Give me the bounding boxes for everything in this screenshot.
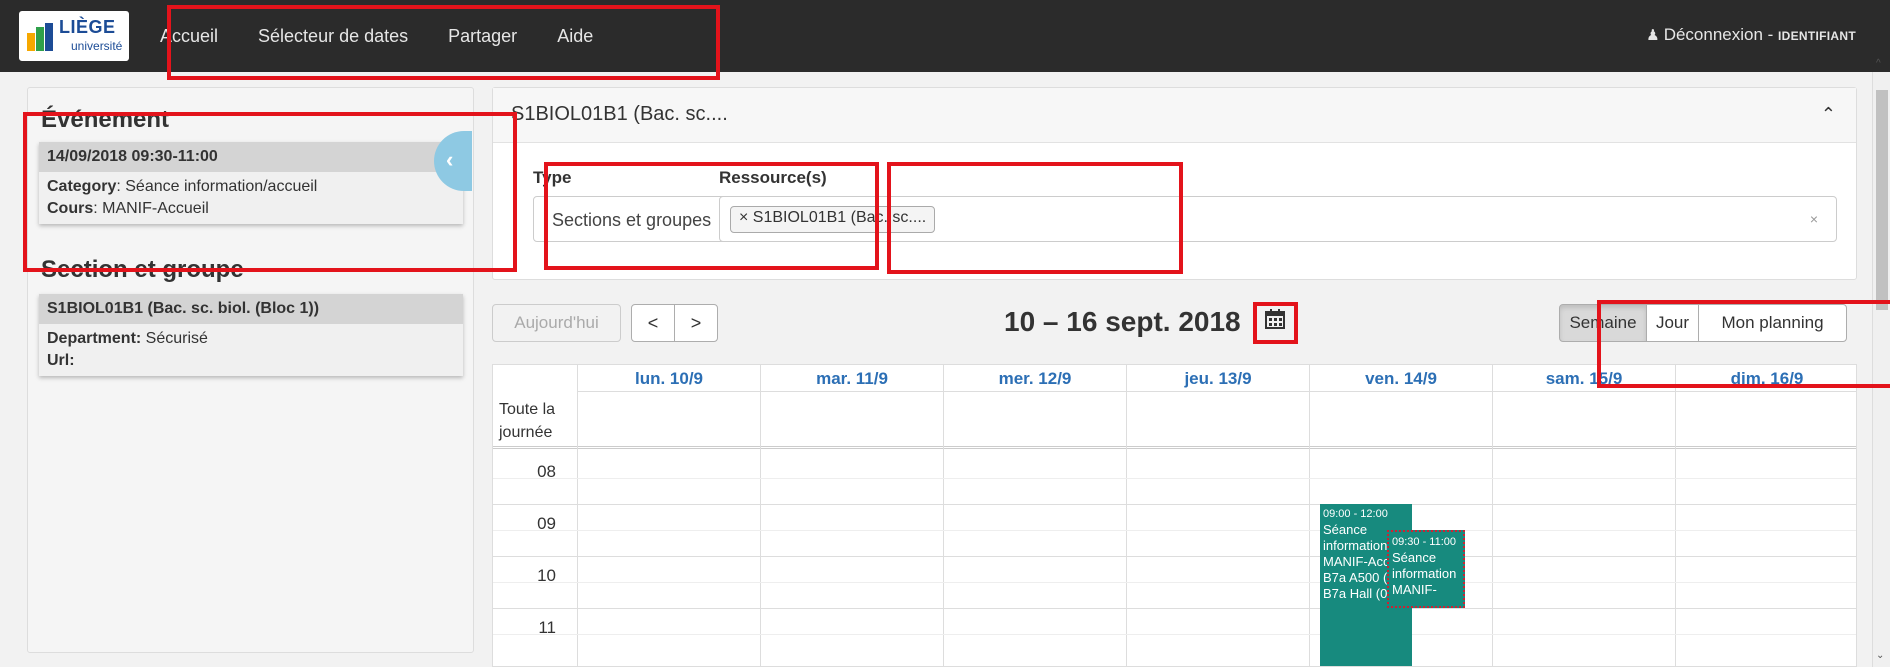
calendar-event-selected[interactable]: 09:30 - 11:00 Séance information MANIF- [1387,530,1465,608]
scrollbar-thumb[interactable] [1876,90,1888,310]
event-course: Cours: MANIF-Accueil [47,200,209,217]
user-icon: ♟ [1646,27,1660,44]
section-heading: Section et groupe [41,256,244,283]
day-header-fri[interactable]: ven. 14/9 [1309,365,1492,392]
resources-input[interactable]: × S1BIOL01B1 (Bac. sc.... × [719,196,1837,242]
section-department: Department: Sécurisé [47,330,208,347]
type-select-value: Sections et groupes [552,210,712,230]
day-header-thu[interactable]: jeu. 13/9 [1126,365,1309,392]
grid-line [493,634,1856,635]
chevron-left-icon: ‹ [446,147,454,172]
type-label: Type [533,168,572,187]
event-heading: Événement [41,106,170,133]
logout-label: Déconnexion - [1663,25,1779,44]
event-time: 09:00 - 12:00 [1323,508,1388,520]
hour-label-09: 09 [537,514,556,533]
logout-link[interactable]: ♟ Déconnexion - IDENTIFIANT [1646,25,1856,45]
grid-line [493,608,1856,609]
nav-item-help[interactable]: Aide [557,26,593,47]
details-sidebar: Événement 14/09/2018 09:30-11:00 Categor… [27,87,474,653]
hour-label-11: 11 [538,618,556,637]
resources-label: Ressource(s) [719,168,827,187]
view-week-button[interactable]: Semaine [1559,304,1647,342]
event-line: Séance [1392,550,1437,565]
day-header-mon[interactable]: lun. 10/9 [577,365,760,392]
chevron-up-icon[interactable]: ⌃ [1821,104,1836,125]
nav-item-date-selector[interactable]: Sélecteur de dates [258,26,408,47]
date-range-title: 10 – 16 sept. 2018 [1004,306,1241,337]
section-name: S1BIOL01B1 (Bac. sc. biol. (Bloc 1)) [39,294,463,324]
nav-item-share[interactable]: Partager [448,26,517,47]
section-card: S1BIOL01B1 (Bac. sc. biol. (Bloc 1)) Dep… [39,294,463,376]
filter-panel: S1BIOL01B1 (Bac. sc.... ⌃ Type Sections … [492,87,1857,280]
section-url: Url: [47,352,75,369]
scroll-down-icon[interactable]: ⌄ [1876,650,1884,661]
nav-item-accueil[interactable]: Accueil [160,26,218,47]
main-nav: Accueil Sélecteur de dates Partager Aide [160,0,633,72]
clear-resources-icon[interactable]: × [1810,211,1818,227]
week-calendar: lun. 10/9 mar. 11/9 mer. 12/9 jeu. 13/9 … [492,364,1857,667]
calendar-glyph-icon [1265,309,1285,329]
top-navbar: LIÈGE université Accueil Sélecteur de da… [0,0,1890,72]
filter-panel-title: S1BIOL01B1 (Bac. sc.... [511,103,728,125]
day-header-sun[interactable]: dim. 16/9 [1675,365,1856,392]
logo-mark-icon [27,23,53,51]
scroll-up-icon[interactable]: ^ [1876,58,1881,69]
event-card: 14/09/2018 09:30-11:00 Category: Séance … [39,142,463,224]
grid-line [493,556,1856,557]
next-week-button[interactable]: > [674,304,718,342]
event-line: MANIF- [1392,582,1437,597]
view-day-button[interactable]: Jour [1646,304,1699,342]
view-my-planning-button[interactable]: Mon planning [1698,304,1847,342]
prev-week-button[interactable]: < [631,304,675,342]
event-time: 09:30 - 11:00 [1392,536,1457,548]
event-datetime: 14/09/2018 09:30-11:00 [39,142,463,172]
page-scrollbar[interactable]: ^ ⌄ [1872,58,1890,667]
hour-label-08: 08 [537,462,556,481]
event-line: information [1392,566,1457,581]
day-header-sat[interactable]: sam. 15/9 [1492,365,1675,392]
user-identifier: IDENTIFIANT [1778,29,1856,43]
event-category: Category: Séance information/accueil [47,178,318,195]
view-switcher: Semaine Jour Mon planning [1559,304,1847,342]
day-header-wed[interactable]: mer. 12/9 [943,365,1126,392]
logo-text: LIÈGE [59,17,116,37]
filter-panel-header[interactable]: S1BIOL01B1 (Bac. sc.... ⌃ [493,88,1856,143]
grid-line [493,582,1856,583]
all-day-label: Toute la journée [499,401,556,441]
resource-tag[interactable]: × S1BIOL01B1 (Bac. sc.... [730,206,936,233]
grid-line [493,530,1856,531]
grid-line [493,504,1856,505]
grid-line [493,478,1856,479]
hour-label-10: 10 [537,566,556,585]
calendar-icon[interactable] [1265,309,1285,335]
logo-subtext: université [71,39,123,53]
all-day-row: Toute la journée [493,392,1856,449]
day-header-tue[interactable]: mar. 11/9 [760,365,943,392]
today-button[interactable]: Aujourd'hui [492,304,621,342]
university-logo[interactable]: LIÈGE université [19,11,129,61]
